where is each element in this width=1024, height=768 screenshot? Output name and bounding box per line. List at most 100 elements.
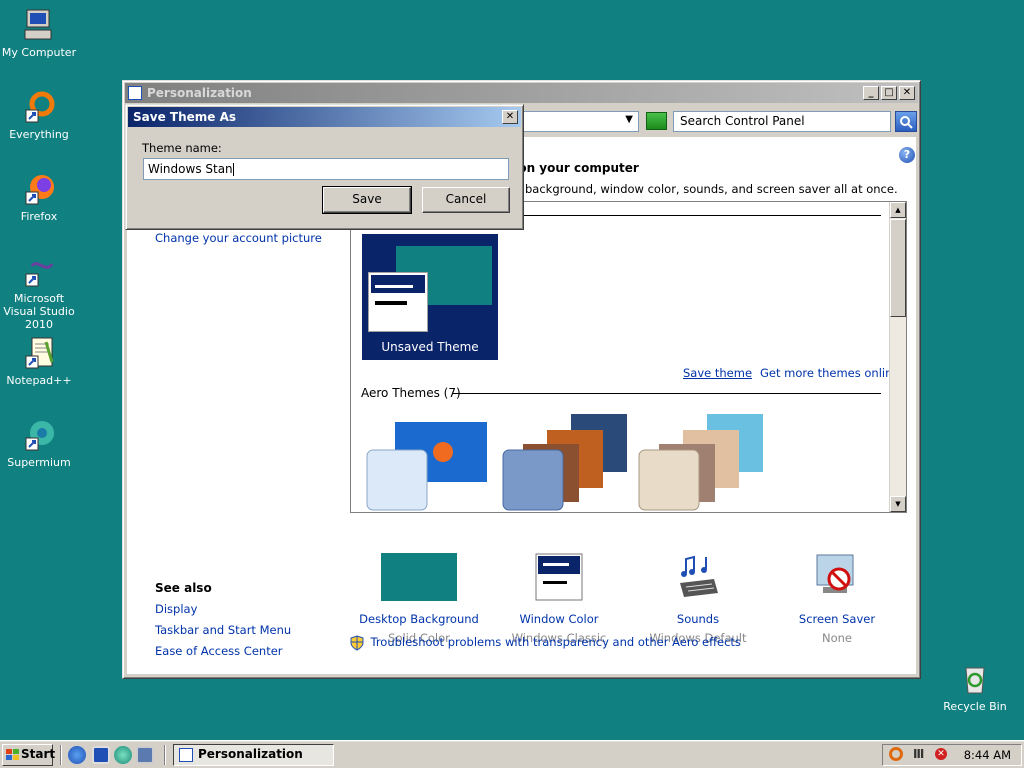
screen-saver-value: None <box>821 631 852 645</box>
shield-icon <box>350 635 364 651</box>
firefox-icon <box>22 172 56 206</box>
theme-preview-window <box>368 272 428 332</box>
taskbar-separator <box>164 745 166 765</box>
search-button[interactable] <box>895 111 917 132</box>
desktop-icon-label: Everything <box>9 128 69 141</box>
start-label: Start <box>21 747 56 761</box>
theme-list[interactable]: Unsaved Theme Save theme Get more themes… <box>350 201 907 513</box>
show-desktop-icon[interactable] <box>92 746 110 764</box>
unsaved-theme-label: Unsaved Theme <box>381 340 479 354</box>
scroll-up-button[interactable]: ▲ <box>890 202 906 218</box>
system-tray: Ⅲ ✕ 8:44 AM <box>882 744 1022 766</box>
troubleshoot-link[interactable]: Troubleshoot problems with transparency … <box>371 635 741 649</box>
my-computer-icon <box>22 8 56 42</box>
task-label: Personalization <box>198 747 303 761</box>
aero-themes-header: Aero Themes (7) <box>361 386 461 400</box>
cancel-button[interactable]: Cancel <box>422 187 510 213</box>
window-color-icon <box>535 553 583 601</box>
aero-theme-windows7[interactable] <box>365 412 495 512</box>
get-more-themes-link[interactable]: Get more themes online <box>760 366 899 380</box>
see-also-taskbar-link[interactable]: Taskbar and Start Menu <box>155 623 291 637</box>
desktop-icon-visual-studio[interactable]: Microsoft Visual Studio 2010 <box>0 254 78 331</box>
see-also-ease-of-access-link[interactable]: Ease of Access Center <box>155 644 283 658</box>
address-combo[interactable]: ▼ <box>521 111 639 132</box>
see-also-display-link[interactable]: Display <box>155 602 197 616</box>
screen-saver-item[interactable]: Screen Saver None <box>767 553 907 645</box>
minimize-button[interactable]: _ <box>863 86 879 100</box>
theme-preview-titlebar <box>371 275 425 293</box>
theme-name-value: Windows Stan <box>148 162 233 176</box>
see-also-heading: See also <box>155 581 212 595</box>
desktop-icon-notepad-plus-plus[interactable]: Notepad++ <box>0 336 78 387</box>
page-subheading: background, window color, sounds, and sc… <box>525 182 898 196</box>
supermium-icon <box>22 418 56 452</box>
change-account-picture-link[interactable]: Change your account picture <box>155 231 322 245</box>
browser-icon[interactable] <box>114 746 132 764</box>
desktop-icon-label: Notepad++ <box>6 374 72 387</box>
theme-name-label: Theme name: <box>142 141 222 155</box>
screen-saver-label: Screen Saver <box>798 612 876 626</box>
desktop-icon-label: My Computer <box>1 46 77 59</box>
theme-preview-body-text <box>375 301 407 305</box>
everything-icon <box>22 90 56 124</box>
desktop-background-item[interactable]: Desktop Background Solid Color <box>349 553 489 645</box>
desktop-icon-my-computer[interactable]: My Computer <box>0 8 78 59</box>
notepad-plus-plus-icon <box>22 336 56 370</box>
windows-flag-icon <box>6 749 19 760</box>
window-color-item[interactable]: Window Color Windows Classic <box>489 553 629 645</box>
desktop-icon-everything[interactable]: Everything <box>0 90 78 141</box>
recycle-bin-icon <box>958 662 992 696</box>
aero-theme-architecture[interactable] <box>501 412 631 512</box>
close-button[interactable]: ✕ <box>899 86 915 100</box>
help-icon[interactable]: ? <box>899 147 915 163</box>
chevron-down-icon[interactable]: ▼ <box>625 114 633 125</box>
dialog-titlebar[interactable]: Save Theme As ✕ <box>128 107 521 127</box>
personalization-titlebar[interactable]: Personalization _ □ ✕ <box>125 83 918 103</box>
sounds-icon <box>680 555 718 597</box>
desktop-background-icon <box>381 553 457 601</box>
window-app-icon <box>128 86 142 100</box>
dialog-close-button[interactable]: ✕ <box>502 110 518 124</box>
tray-volume-muted-icon[interactable]: ✕ <box>935 748 947 760</box>
unsaved-theme-tile[interactable]: Unsaved Theme <box>362 234 498 360</box>
scroll-thumb[interactable] <box>890 219 906 317</box>
refresh-button[interactable] <box>646 112 667 130</box>
desktop-icon-label: Microsoft Visual Studio 2010 <box>3 292 75 331</box>
search-input[interactable]: Search Control Panel <box>673 111 891 132</box>
screen-saver-icon <box>816 554 854 593</box>
theme-list-scrollbar[interactable]: ▲ ▼ <box>889 202 906 512</box>
internet-explorer-icon[interactable] <box>68 746 86 764</box>
tray-search-icon[interactable] <box>889 747 903 761</box>
save-theme-dialog: Save Theme As ✕ Theme name: Windows Stan… <box>125 104 524 230</box>
desktop-icon-label: Firefox <box>20 210 58 223</box>
maximize-button[interactable]: □ <box>881 86 897 100</box>
desktop-icon-firefox[interactable]: Firefox <box>0 172 78 223</box>
desktop-icon-recycle-bin[interactable]: Recycle Bin <box>936 662 1014 713</box>
taskbar-task-personalization[interactable]: Personalization <box>173 744 334 766</box>
troubleshoot-link-row[interactable]: Troubleshoot problems with transparency … <box>349 635 741 651</box>
start-button[interactable]: Start <box>2 744 56 766</box>
task-app-icon <box>179 748 193 762</box>
tray-clock[interactable]: 8:44 AM <box>964 748 1011 762</box>
theme-name-input[interactable]: Windows Stan <box>143 158 509 180</box>
desktop-icon-supermium[interactable]: Supermium <box>0 418 78 469</box>
save-theme-link[interactable]: Save theme <box>683 366 752 380</box>
aero-theme-characters[interactable] <box>637 412 767 512</box>
window-switcher-icon[interactable] <box>136 746 154 764</box>
window-title: Personalization <box>147 86 252 100</box>
window-color-label: Window Color <box>519 612 599 626</box>
desktop-icon-label: Recycle Bin <box>943 700 1007 713</box>
taskbar: Start Personalization Ⅲ ✕ 8:44 AM <box>0 740 1024 768</box>
aero-themes-separator <box>453 393 881 394</box>
save-button[interactable]: Save <box>322 186 412 214</box>
search-icon <box>900 115 913 129</box>
scroll-down-button[interactable]: ▼ <box>890 496 906 512</box>
desktop-background-label: Desktop Background <box>359 612 479 626</box>
text-caret <box>232 163 234 176</box>
sounds-item[interactable]: Sounds Windows Default <box>628 553 768 645</box>
theme-preview-title-text <box>375 285 413 288</box>
quicklaunch-separator <box>60 745 62 765</box>
tray-ime-icon[interactable]: Ⅲ <box>913 747 924 761</box>
dialog-title: Save Theme As <box>133 110 236 124</box>
sounds-label: Sounds <box>676 612 720 626</box>
